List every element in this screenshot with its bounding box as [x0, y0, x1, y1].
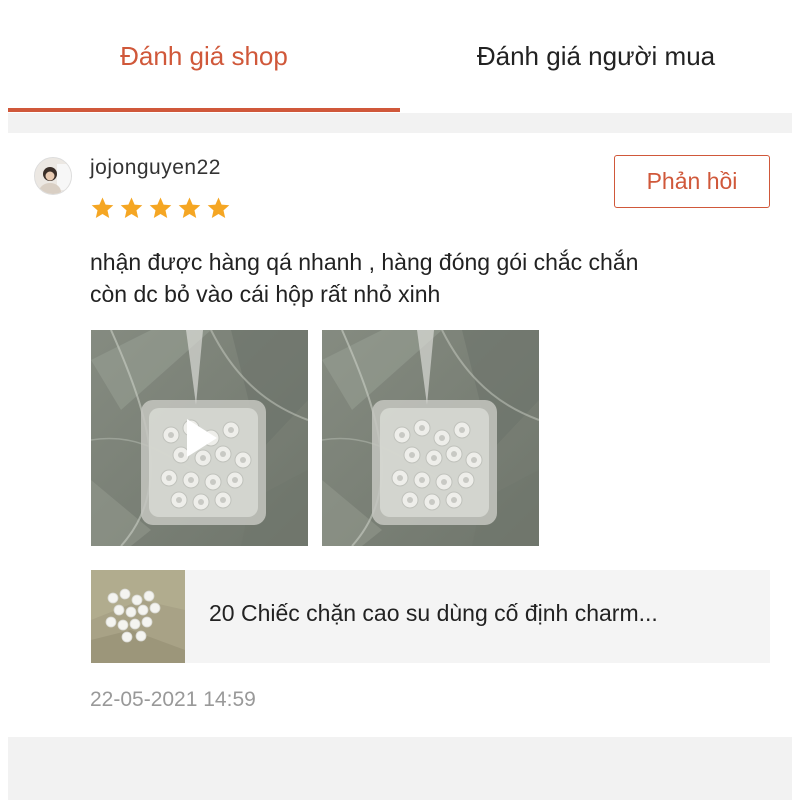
- review-comment-line: nhận được hàng qá nhanh , hàng đóng gói …: [90, 249, 639, 275]
- reply-button[interactable]: Phản hồi: [614, 155, 770, 208]
- star-icon: [207, 197, 230, 218]
- active-tab-indicator: [8, 108, 400, 112]
- review-video-thumbnail[interactable]: [91, 330, 308, 546]
- reviewed-product-card[interactable]: 20 Chiếc chặn cao su dùng cố định charm.…: [91, 570, 770, 663]
- review-tabs: Đánh giá shop Đánh giá người mua: [0, 0, 800, 113]
- review-comment-line: còn dc bỏ vào cái hộp rất nhỏ xinh: [90, 281, 441, 307]
- review-photo-thumbnail[interactable]: [322, 330, 539, 546]
- reviewer-username: jojonguyen22: [90, 156, 221, 179]
- review-timestamp: 22-05-2021 14:59: [90, 688, 256, 711]
- review-comment: nhận được hàng qá nhanh , hàng đóng gói …: [90, 246, 780, 310]
- star-icon: [178, 197, 201, 218]
- product-thumbnail: [91, 570, 185, 663]
- avatar[interactable]: [34, 157, 72, 195]
- section-separator: [8, 113, 792, 133]
- tab-buyer-reviews[interactable]: Đánh giá người mua: [400, 0, 792, 113]
- star-icon: [91, 197, 114, 218]
- tab-shop-reviews[interactable]: Đánh giá shop: [8, 0, 400, 113]
- star-icon: [120, 197, 143, 218]
- rating-stars: [90, 196, 231, 221]
- star-icon: [149, 197, 172, 218]
- play-icon: [187, 419, 217, 457]
- product-name: 20 Chiếc chặn cao su dùng cố định charm.…: [209, 600, 658, 626]
- section-separator: [8, 737, 792, 800]
